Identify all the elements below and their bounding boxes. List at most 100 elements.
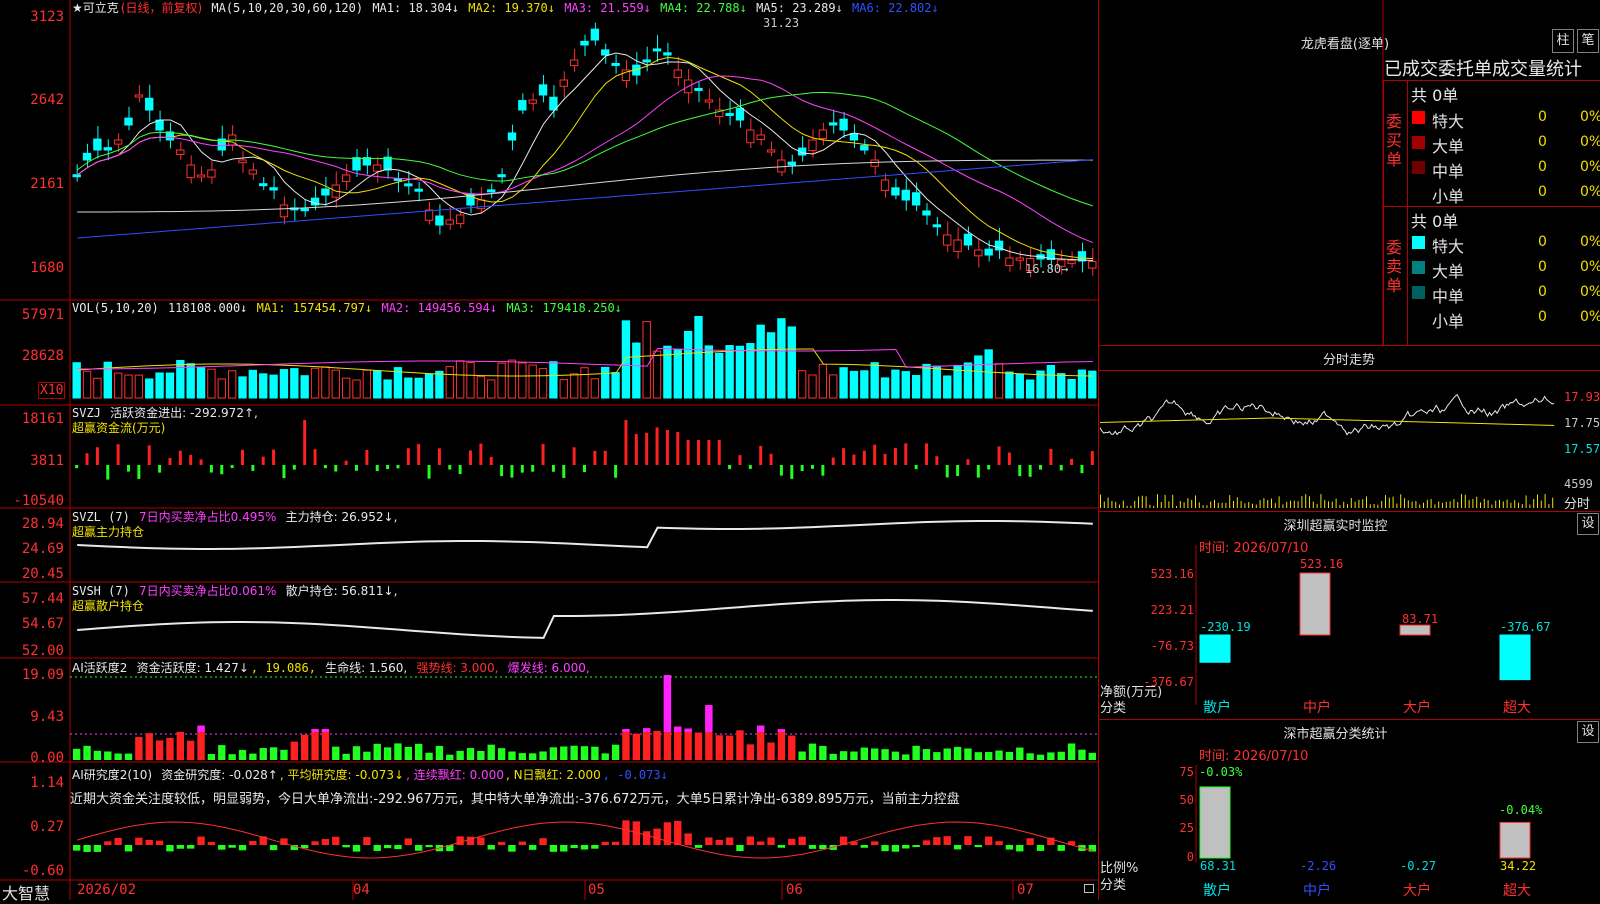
intraday-volume-bar [1449, 501, 1451, 508]
activity-bar [269, 747, 278, 760]
intraday-volume-bar [1438, 501, 1440, 508]
intraday-volume-bar [1149, 504, 1151, 508]
svzj-name: SVZJ [72, 406, 101, 420]
research-bar [104, 841, 112, 845]
research-bar [725, 837, 734, 845]
intraday-volume-bar [1419, 504, 1421, 508]
research-bar [943, 836, 951, 845]
vol-tick-2: 28628 [21, 348, 64, 364]
fund-flow-bar [1039, 465, 1042, 470]
activity-bar [902, 754, 910, 760]
kline-chart-area[interactable] [0, 0, 1100, 900]
activity-bar [839, 751, 848, 760]
sz-class-time: 时间: 2026/07/10 [1199, 749, 1309, 764]
volume-bar [82, 370, 92, 399]
activity-bar [694, 732, 703, 760]
fund-flow-bar [593, 450, 597, 465]
intraday-volume-bar [1191, 499, 1193, 508]
candle-body [870, 159, 879, 167]
candle-body [601, 49, 610, 56]
research-bar [83, 845, 91, 852]
candle-body [134, 94, 144, 98]
candle-body [911, 192, 921, 206]
candle-body [1015, 257, 1024, 261]
lock-icon[interactable] [1084, 884, 1094, 893]
volume-bar [300, 375, 309, 399]
fund-flow-bar [987, 465, 991, 470]
fund-flow-bar [697, 440, 700, 465]
fund-flow-bar [572, 447, 576, 465]
fund-flow-bar [178, 450, 182, 465]
sell-row-xl: 特大 0 0% [1408, 231, 1600, 256]
svzl-legend: SVZL (7) 7日内买卖净占比0.495% 主力持仓: 26.952↓, [72, 510, 399, 524]
fund-flow-bar [645, 432, 649, 465]
fund-flow-bar [883, 453, 887, 465]
candle-body [248, 169, 258, 175]
intraday-vol-label: 4599 [1564, 477, 1593, 491]
volume-bar [290, 368, 299, 399]
research-bar [881, 845, 889, 852]
svzl-tick-2: 24.69 [21, 541, 64, 557]
candle-body [725, 113, 734, 117]
fund-flow-bar [1080, 465, 1084, 474]
volume-bar [373, 370, 382, 399]
sz-class-bar [1499, 821, 1531, 859]
volume-bar [1015, 373, 1024, 399]
activity-bar [124, 753, 133, 760]
candle-body [663, 52, 672, 56]
research-bar [674, 820, 682, 845]
fund-flow-bar [303, 420, 307, 465]
volume-bar [943, 375, 952, 399]
fund-flow-bar [158, 465, 162, 473]
activity-bar [995, 750, 1003, 760]
research-bar [808, 845, 817, 849]
buy-xl-swatch [1412, 111, 1425, 124]
activity-bar [425, 752, 433, 760]
intraday-volume-bar [1533, 498, 1535, 508]
candle-body [259, 183, 268, 187]
period-label[interactable]: (日线，前复权) [121, 1, 202, 15]
intraday-volume-bar [1343, 501, 1345, 508]
stock-name[interactable]: ★可立克 [72, 1, 119, 15]
sz-monitor-bar [1499, 634, 1531, 681]
intraday-volume-bar [1145, 496, 1147, 508]
fund-flow-bar [862, 450, 866, 465]
activity-bar [871, 748, 879, 760]
fund-flow-bar [209, 465, 213, 473]
sz-monitor-settings-button[interactable]: 设 [1577, 513, 1599, 535]
intraday-volume-bar [1206, 505, 1208, 508]
activity-bar [135, 737, 143, 760]
candle-body [341, 174, 351, 182]
fund-flow-bar [406, 448, 410, 465]
sz-class-val-3: -0.27 [1400, 859, 1437, 873]
bar-mode-button[interactable]: 柱 [1552, 29, 1574, 53]
activity-bar [611, 744, 620, 760]
main-legend: ★可立克 (日线，前复权) MA(5,10,20,30,60,120) MA1: … [72, 1, 941, 15]
fund-flow-bar [904, 443, 908, 465]
fund-flow-bar [790, 465, 794, 479]
intraday-volume-bar [1225, 502, 1227, 508]
fund-flow-bar [323, 465, 327, 469]
volume-bar [341, 377, 351, 399]
research-bar [238, 845, 247, 851]
pen-mode-button[interactable]: 笔 [1577, 29, 1599, 53]
intraday-volume-bar [1502, 501, 1504, 508]
activity-bar [922, 749, 931, 760]
sz-class-change-2: -0.04% [1499, 803, 1543, 817]
sz-class-settings-button[interactable]: 设 [1577, 721, 1599, 743]
svzl-sub: 超赢主力持仓 [72, 525, 145, 539]
intraday-volume-bar [1480, 502, 1481, 508]
activity-bar [176, 731, 184, 760]
retail-hold-line [77, 599, 1093, 639]
candle-body [196, 174, 206, 178]
price-tick-4: 1680 [30, 260, 64, 276]
fund-flow-bar [852, 454, 856, 465]
research-bar [456, 836, 464, 845]
activity-bar [560, 746, 568, 760]
candle-body [818, 129, 828, 140]
svsh-sub: 超赢散户持仓 [72, 599, 145, 613]
intraday-volume-bar [1316, 504, 1318, 508]
fund-flow-bar [976, 465, 980, 478]
svzl-tick-3: 20.45 [21, 566, 64, 582]
sell-xl-swatch [1412, 236, 1425, 249]
